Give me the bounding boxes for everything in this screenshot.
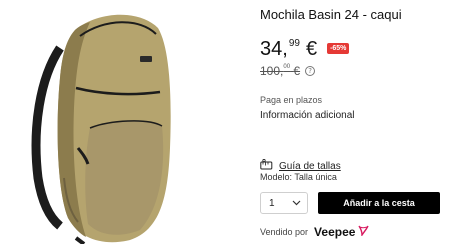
old-price-integer: 100, xyxy=(260,64,284,78)
current-price-decimals: 99 xyxy=(288,38,300,49)
quantity-value: 1 xyxy=(269,197,275,209)
veepee-mark-icon xyxy=(357,224,370,239)
sold-by-label: Vendido por xyxy=(260,226,309,237)
additional-info-link[interactable]: Información adicional xyxy=(260,110,355,121)
info-icon[interactable]: ? xyxy=(305,66,316,76)
quantity-select[interactable]: 1 xyxy=(260,192,308,214)
size-guide-link[interactable]: Guía de tallas xyxy=(279,161,341,172)
currency-symbol: € xyxy=(305,38,318,60)
backpack-illustration xyxy=(31,14,171,246)
discount-badge: -65% xyxy=(327,43,350,54)
old-price-decimals: 00 xyxy=(283,64,291,70)
old-price-row: 100,00 € ? xyxy=(260,64,316,78)
old-price-currency: € xyxy=(293,64,301,78)
product-image xyxy=(20,8,220,246)
model-size-label: Modelo: Talla única xyxy=(260,172,337,182)
old-price: 100,00 € xyxy=(260,64,300,78)
add-to-cart-button[interactable]: Añadir a la cesta xyxy=(318,192,440,214)
veepee-brand: Veepee xyxy=(314,224,356,239)
product-title: Mochila Basin 24 - caqui xyxy=(260,7,402,22)
chevron-down-icon xyxy=(292,198,301,209)
sold-by: Vendido por Veepee xyxy=(260,224,370,239)
veepee-logo: Veepee xyxy=(314,224,370,239)
price-row: 34, 99 € -65% xyxy=(260,38,350,62)
current-price: 34, xyxy=(260,38,288,60)
pay-in-installments-link[interactable]: Paga en plazos xyxy=(260,95,322,105)
